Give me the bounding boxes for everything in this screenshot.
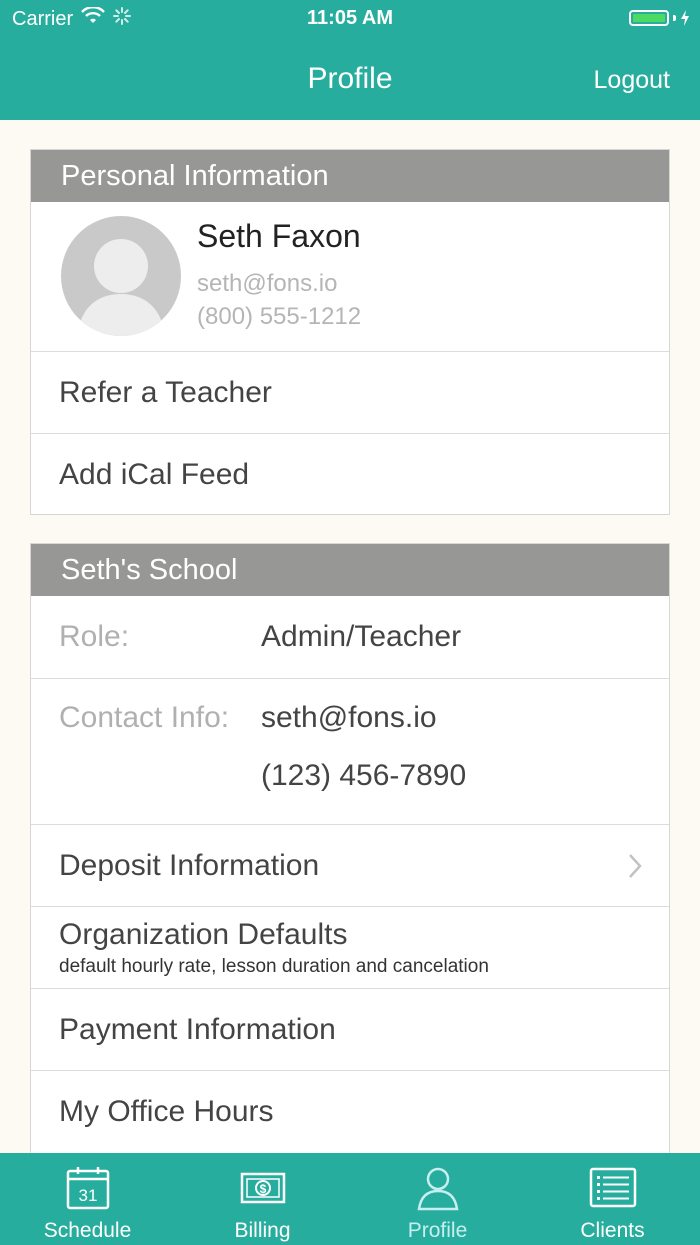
tab-billing[interactable]: $ Billing (175, 1153, 350, 1245)
refer-teacher-row[interactable]: Refer a Teacher (31, 351, 669, 433)
tab-schedule-label: Schedule (43, 1219, 132, 1242)
tab-profile[interactable]: Profile (350, 1153, 525, 1245)
tab-clients-label: Clients (580, 1219, 645, 1242)
profile-card[interactable]: Seth Faxon seth@fons.io (800) 555-1212 (31, 202, 669, 351)
deposit-information-label: Deposit Information (59, 848, 320, 882)
svg-text:$: $ (259, 1182, 266, 1196)
organization-defaults-label: Organization Defaults (59, 917, 348, 951)
status-time: 11:05 AM (307, 7, 393, 29)
payment-information-label: Payment Information (59, 1012, 336, 1046)
role-row: Role: Admin/Teacher (31, 596, 669, 678)
role-label: Role: (59, 620, 130, 653)
dollar-bill-icon: $ (239, 1165, 287, 1211)
profile-phone: (800) 555-1212 (197, 303, 362, 330)
organization-defaults-sub: default hourly rate, lesson duration and… (59, 955, 489, 977)
deposit-information-row[interactable]: Deposit Information (31, 824, 669, 906)
add-ical-feed-label: Add iCal Feed (59, 457, 250, 491)
organization-defaults-row[interactable]: Organization Defaults default hourly rat… (31, 906, 669, 988)
contact-info-label: Contact Info: (59, 701, 230, 734)
personal-info-header: Personal Information (31, 150, 669, 202)
school-header: Seth's School (31, 544, 669, 596)
person-icon (415, 1165, 461, 1211)
list-icon (589, 1165, 637, 1211)
nav-bar: Carrier 11:05 AM Profile Logout (0, 0, 700, 120)
add-ical-feed-row[interactable]: Add iCal Feed (31, 433, 669, 515)
tab-bar: 31 Schedule $ Billing Profile Clients (0, 1153, 700, 1245)
role-value: Admin/Teacher (261, 620, 462, 653)
personal-info-section: Personal Information Seth Faxon seth@fon… (30, 149, 670, 515)
avatar (61, 216, 181, 336)
battery-icon (629, 10, 690, 26)
payment-information-row[interactable]: Payment Information (31, 988, 669, 1070)
contact-info-row: Contact Info: seth@fons.io (123) 456-789… (31, 678, 669, 824)
charging-icon (681, 10, 689, 26)
calendar-icon: 31 (65, 1165, 111, 1211)
tab-schedule[interactable]: 31 Schedule (0, 1153, 175, 1245)
tab-billing-label: Billing (234, 1219, 291, 1242)
office-hours-row[interactable]: My Office Hours (31, 1070, 669, 1152)
person-silhouette-icon (77, 239, 165, 336)
chevron-right-icon (627, 853, 643, 887)
calendar-date-text: 31 (78, 1186, 97, 1205)
school-section: Seth's School Role: Admin/Teacher Contac… (30, 543, 670, 1155)
refer-teacher-label: Refer a Teacher (59, 375, 272, 409)
contact-email: seth@fons.io (261, 701, 437, 734)
tab-profile-label: Profile (407, 1219, 468, 1242)
logout-button[interactable]: Logout (594, 66, 670, 95)
office-hours-label: My Office Hours (59, 1094, 274, 1128)
contact-phone: (123) 456-7890 (261, 759, 467, 792)
profile-name: Seth Faxon (197, 218, 361, 254)
tab-clients[interactable]: Clients (525, 1153, 700, 1245)
profile-email: seth@fons.io (197, 270, 338, 297)
